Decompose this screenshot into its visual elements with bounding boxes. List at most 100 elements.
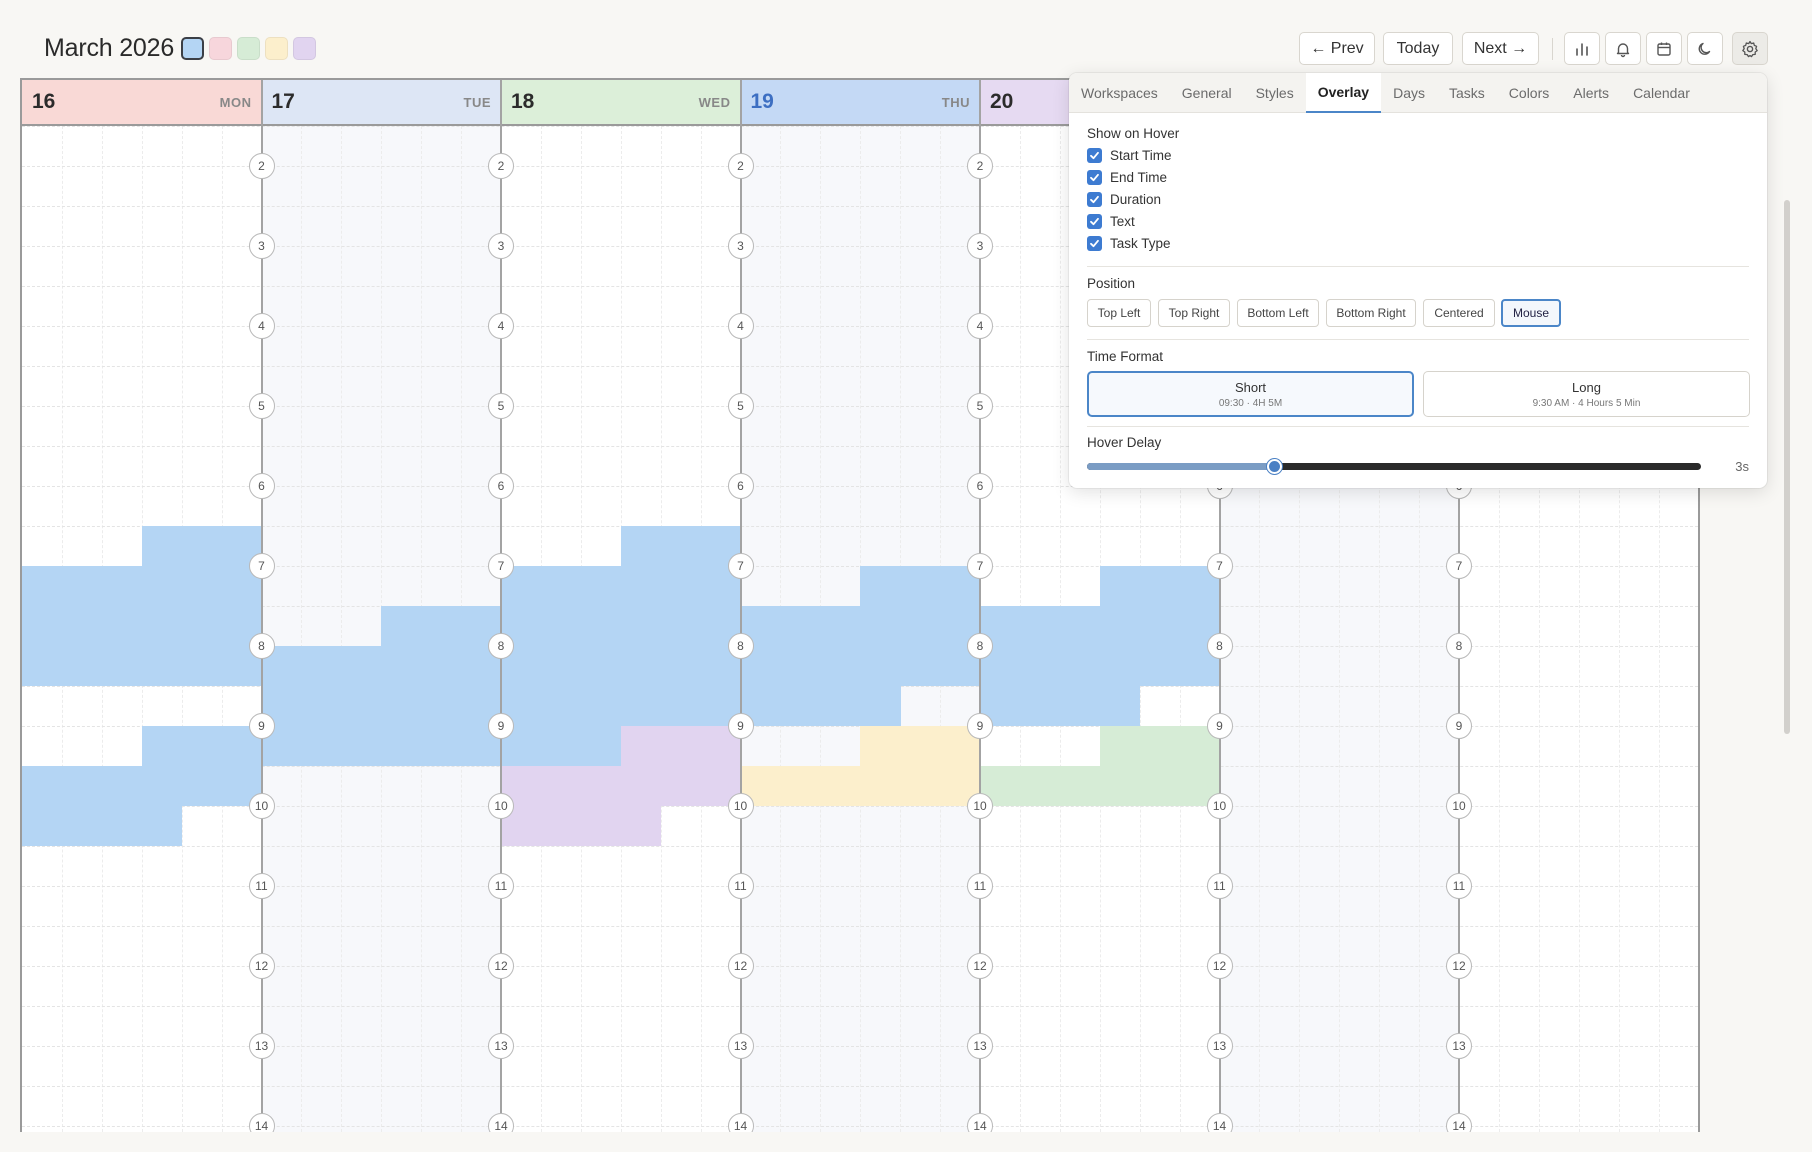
section-divider (1087, 266, 1749, 267)
hour-badge: 8 (967, 633, 993, 659)
event-block-blue[interactable] (980, 606, 1220, 686)
event-block-blue[interactable] (22, 646, 183, 686)
tab-general[interactable]: General (1170, 73, 1244, 113)
time-format-short-card[interactable]: Short 09:30 · 4H 5M (1087, 371, 1414, 417)
hour-badge: 13 (488, 1033, 514, 1059)
swatch-purple[interactable] (293, 37, 316, 60)
grid-line (22, 1006, 1698, 1007)
event-block-blue[interactable] (381, 606, 501, 646)
bell-icon (1616, 42, 1630, 57)
event-block-purple[interactable] (501, 766, 741, 806)
day-header-thu[interactable]: 19 THU (740, 80, 980, 126)
grid-line (22, 1086, 1698, 1087)
event-block-blue[interactable] (740, 606, 980, 686)
checkbox-icon[interactable] (1087, 170, 1102, 185)
event-block-blue[interactable] (141, 526, 262, 566)
event-block-green[interactable] (980, 766, 1220, 806)
event-block-yellow[interactable] (740, 766, 980, 806)
hour-badge: 8 (1206, 633, 1233, 659)
checkbox-icon[interactable] (1087, 192, 1102, 207)
tab-overlay[interactable]: Overlay (1305, 73, 1382, 113)
hour-badge: 10 (248, 793, 275, 819)
hover-option-start-time[interactable]: Start Time (1087, 148, 1172, 163)
hour-badge: 14 (248, 1113, 275, 1132)
event-block-purple[interactable] (620, 726, 741, 766)
checkbox-icon[interactable] (1087, 148, 1102, 163)
tab-tasks[interactable]: Tasks (1437, 73, 1497, 113)
position-top-left-button[interactable]: Top Left (1087, 299, 1151, 327)
day-header-tue[interactable]: 17 TUE (261, 80, 501, 126)
hour-badge: 11 (248, 873, 275, 899)
swatch-pink[interactable] (209, 37, 232, 60)
day-number: 16 (32, 90, 56, 113)
hour-badge: 10 (727, 793, 754, 819)
checkbox-icon[interactable] (1087, 236, 1102, 251)
tab-colors[interactable]: Colors (1497, 73, 1561, 113)
hour-badge: 7 (967, 553, 993, 579)
event-block-blue[interactable] (1099, 566, 1220, 606)
today-button[interactable]: Today (1383, 32, 1453, 65)
event-block-purple[interactable] (501, 806, 662, 846)
hour-badge: 3 (727, 233, 754, 259)
event-block-blue[interactable] (980, 686, 1141, 726)
event-block-yellow[interactable] (860, 726, 980, 766)
hour-badge: 4 (967, 313, 993, 339)
hour-badge: 8 (1446, 633, 1472, 659)
event-block-blue[interactable] (261, 726, 422, 766)
hour-badge: 6 (248, 473, 275, 499)
next-button[interactable]: Next → (1462, 32, 1539, 65)
tab-alerts[interactable]: Alerts (1561, 73, 1621, 113)
swatch-blue[interactable] (181, 37, 204, 60)
hover-option-duration[interactable]: Duration (1087, 192, 1161, 207)
hover-option-end-time[interactable]: End Time (1087, 170, 1167, 185)
hour-badge: 7 (1446, 553, 1472, 579)
event-block-blue[interactable] (501, 566, 741, 726)
position-top-right-button[interactable]: Top Right (1158, 299, 1230, 327)
checkbox-icon[interactable] (1087, 214, 1102, 229)
hour-badge: 10 (967, 793, 993, 819)
day-header-mon[interactable]: 16 MON (22, 80, 262, 126)
hour-badge: 4 (248, 313, 275, 339)
settings-button[interactable] (1732, 32, 1768, 65)
vertical-scrollbar[interactable] (1784, 200, 1790, 734)
hover-delay-slider[interactable] (1087, 459, 1701, 474)
event-block-blue[interactable] (141, 726, 262, 766)
position-mouse-button[interactable]: Mouse (1501, 299, 1561, 327)
tab-days[interactable]: Days (1381, 73, 1437, 113)
stats-button[interactable] (1564, 32, 1600, 65)
calendar-button[interactable] (1646, 32, 1682, 65)
position-centered-button[interactable]: Centered (1423, 299, 1495, 327)
day-number: 19 (750, 90, 774, 113)
format-title: Long (1572, 379, 1601, 395)
slider-thumb[interactable] (1267, 459, 1283, 474)
swatch-green[interactable] (237, 37, 260, 60)
hour-badge: 5 (488, 393, 514, 419)
event-block-blue[interactable] (860, 566, 980, 606)
hour-badge: 14 (967, 1113, 993, 1132)
event-block-blue[interactable] (22, 806, 183, 846)
hour-badge: 2 (727, 153, 754, 179)
hour-badge: 9 (488, 713, 514, 739)
hour-badge: 12 (1446, 953, 1472, 979)
day-header-wed[interactable]: 18 WED (501, 80, 741, 126)
position-bottom-left-button[interactable]: Bottom Left (1237, 299, 1319, 327)
hover-option-label: Task Type (1110, 236, 1171, 251)
hover-option-text[interactable]: Text (1087, 214, 1135, 229)
tab-styles[interactable]: Styles (1244, 73, 1306, 113)
event-block-blue[interactable] (620, 526, 741, 566)
dark-mode-button[interactable] (1687, 32, 1723, 65)
event-block-green[interactable] (1099, 726, 1220, 766)
tab-workspaces[interactable]: Workspaces (1069, 73, 1170, 113)
hour-badge: 11 (488, 873, 514, 899)
alerts-button[interactable] (1605, 32, 1641, 65)
event-block-blue[interactable] (22, 766, 262, 806)
event-block-blue[interactable] (740, 686, 901, 726)
tab-calendar[interactable]: Calendar (1621, 73, 1702, 113)
time-format-long-card[interactable]: Long 9:30 AM · 4 Hours 5 Min (1423, 371, 1750, 417)
hour-badge: 9 (1206, 713, 1233, 739)
hover-option-task-type[interactable]: Task Type (1087, 236, 1171, 251)
swatch-yellow[interactable] (265, 37, 288, 60)
prev-button[interactable]: ← Prev (1299, 32, 1375, 65)
grid-subdivision (301, 126, 303, 1132)
position-bottom-right-button[interactable]: Bottom Right (1326, 299, 1416, 327)
